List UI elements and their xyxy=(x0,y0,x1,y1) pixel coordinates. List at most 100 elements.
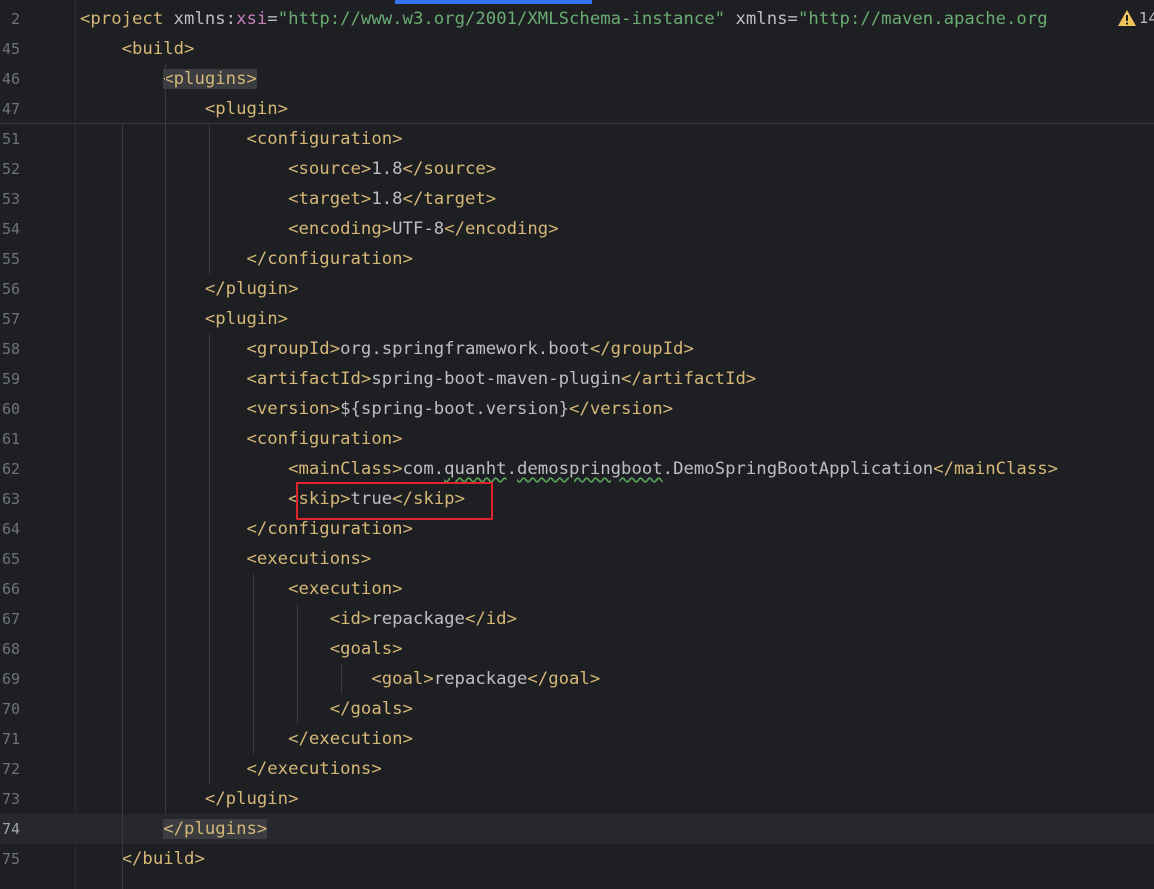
code-line[interactable]: 72 </executions> xyxy=(0,754,1154,784)
line-content: </configuration> xyxy=(80,244,413,274)
line-number: 74 xyxy=(1,820,20,838)
code-line[interactable]: 59 <artifactId>spring-boot-maven-plugin<… xyxy=(0,364,1154,394)
code-token: </plugin> xyxy=(80,789,299,809)
line-content: </plugin> xyxy=(80,274,299,304)
line-number: 46 xyxy=(1,70,20,88)
code-line[interactable]: 52 <source>1.8</source> xyxy=(0,154,1154,184)
code-token: <configuration> xyxy=(80,129,403,149)
code-token: </build> xyxy=(80,849,205,869)
code-line[interactable]: 51 <configuration> xyxy=(0,124,1154,154)
line-number: 54 xyxy=(1,220,20,238)
line-content: </build> xyxy=(80,844,205,874)
code-line[interactable]: 55 </configuration> xyxy=(0,244,1154,274)
code-line[interactable]: 64 </configuration> xyxy=(0,514,1154,544)
indent-guide xyxy=(209,124,210,274)
line-number: 62 xyxy=(1,460,20,478)
code-token: </groupId> xyxy=(589,339,694,359)
line-number: 56 xyxy=(1,280,20,298)
line-content: <plugin> xyxy=(80,304,288,334)
code-line[interactable]: 67 <id>repackage</id> xyxy=(0,604,1154,634)
inspection-warnings[interactable]: 14 xyxy=(1117,8,1154,28)
line-content: <goals> xyxy=(80,634,403,664)
code-line[interactable]: 56 </plugin> xyxy=(0,274,1154,304)
code-line[interactable]: 65 <executions> xyxy=(0,544,1154,574)
code-line[interactable]: 75 </build> xyxy=(0,844,1154,874)
line-number: 64 xyxy=(1,520,20,538)
line-number: 2 xyxy=(10,10,20,28)
line-content: <plugin> xyxy=(80,94,288,124)
line-number: 59 xyxy=(1,370,20,388)
code-token: <configuration> xyxy=(80,429,403,449)
code-token: </id> xyxy=(464,609,517,629)
code-token: </plugins> xyxy=(163,819,268,839)
code-token: repackage xyxy=(433,669,528,689)
code-line[interactable]: 60 <version>${spring-boot.version}</vers… xyxy=(0,394,1154,424)
indent-guide xyxy=(165,64,166,814)
code-line[interactable]: 70 </goals> xyxy=(0,694,1154,724)
code-line[interactable]: 54 <encoding>UTF-8</encoding> xyxy=(0,214,1154,244)
code-line[interactable]: 46 <plugins> xyxy=(0,64,1154,94)
code-token: <project xyxy=(80,9,174,29)
code-token: </plugin> xyxy=(80,279,299,299)
line-number: 67 xyxy=(1,610,20,628)
code-token: </target> xyxy=(402,189,497,209)
code-token: </execution> xyxy=(80,729,413,749)
line-number: 60 xyxy=(1,400,20,418)
code-line[interactable]: 63 <skip>true</skip> xyxy=(0,484,1154,514)
line-content: <project xmlns:xsi="http://www.w3.org/20… xyxy=(80,4,1048,34)
code-line[interactable]: 53 <target>1.8</target> xyxy=(0,184,1154,214)
code-line[interactable]: 45 <build> xyxy=(0,34,1154,64)
code-token: <source> xyxy=(80,159,372,179)
code-line[interactable]: 71 </execution> xyxy=(0,724,1154,754)
line-content: <execution> xyxy=(80,574,402,604)
code-line[interactable]: 74 </plugins> xyxy=(0,814,1154,844)
code-token: </configuration> xyxy=(80,519,413,539)
code-token: .DemoSpringBootApplication xyxy=(662,459,934,479)
code-line[interactable]: 2 <project xmlns:xsi="http://www.w3.org/2… xyxy=(0,4,1154,34)
code-token: <plugins> xyxy=(163,69,257,89)
line-content: <version>${spring-boot.version}</version… xyxy=(80,394,673,424)
code-token: "http://maven.apache.org xyxy=(797,9,1048,29)
code-token: </executions> xyxy=(80,759,382,779)
code-token: <plugin> xyxy=(80,309,289,329)
line-number: 58 xyxy=(1,340,20,358)
code-token: <version> xyxy=(80,399,341,419)
code-token: </goal> xyxy=(527,669,601,689)
code-token: </mainClass> xyxy=(933,459,1059,479)
line-number: 61 xyxy=(1,430,20,448)
code-token: </goals> xyxy=(80,699,413,719)
line-content: </plugins> xyxy=(80,814,268,844)
code-token: 1.8 xyxy=(371,189,403,209)
code-token: <build> xyxy=(80,39,195,59)
code-line[interactable]: 61 <configuration> xyxy=(0,424,1154,454)
code-token: repackage xyxy=(371,609,465,629)
code-line[interactable]: 62 <mainClass>com.quanht.demospringboot.… xyxy=(0,454,1154,484)
code-token: <artifactId> xyxy=(80,369,372,389)
indent-guide xyxy=(297,604,298,724)
code-line[interactable]: 68 <goals> xyxy=(0,634,1154,664)
code-line[interactable]: 57 <plugin> xyxy=(0,304,1154,334)
line-content: <target>1.8</target> xyxy=(80,184,496,214)
code-token: 1.8 xyxy=(371,159,403,179)
code-token: com. xyxy=(402,459,445,479)
line-content: <build> xyxy=(80,34,195,64)
line-number: 71 xyxy=(1,730,20,748)
indent-guide xyxy=(209,334,210,784)
line-number: 47 xyxy=(1,100,20,118)
line-content: <plugins> xyxy=(80,64,257,94)
code-line[interactable]: 58 <groupId>org.springframework.boot</gr… xyxy=(0,334,1154,364)
indent-guide xyxy=(253,574,254,754)
code-line[interactable]: 69 <goal>repackage</goal> xyxy=(0,664,1154,694)
line-content: </goals> xyxy=(80,694,413,724)
code-line[interactable]: 66 <execution> xyxy=(0,574,1154,604)
code-token: <plugin> xyxy=(80,99,289,119)
line-content: </execution> xyxy=(80,724,413,754)
line-content: </plugin> xyxy=(80,784,299,814)
line-number: 73 xyxy=(1,790,20,808)
line-number: 65 xyxy=(1,550,20,568)
code-token: <groupId> xyxy=(80,339,341,359)
code-line[interactable]: 73 </plugin> xyxy=(0,784,1154,814)
line-content: <artifactId>spring-boot-maven-plugin</ar… xyxy=(80,364,756,394)
code-line[interactable]: 47 <plugin> xyxy=(0,94,1154,124)
code-token: </configuration> xyxy=(80,249,413,269)
